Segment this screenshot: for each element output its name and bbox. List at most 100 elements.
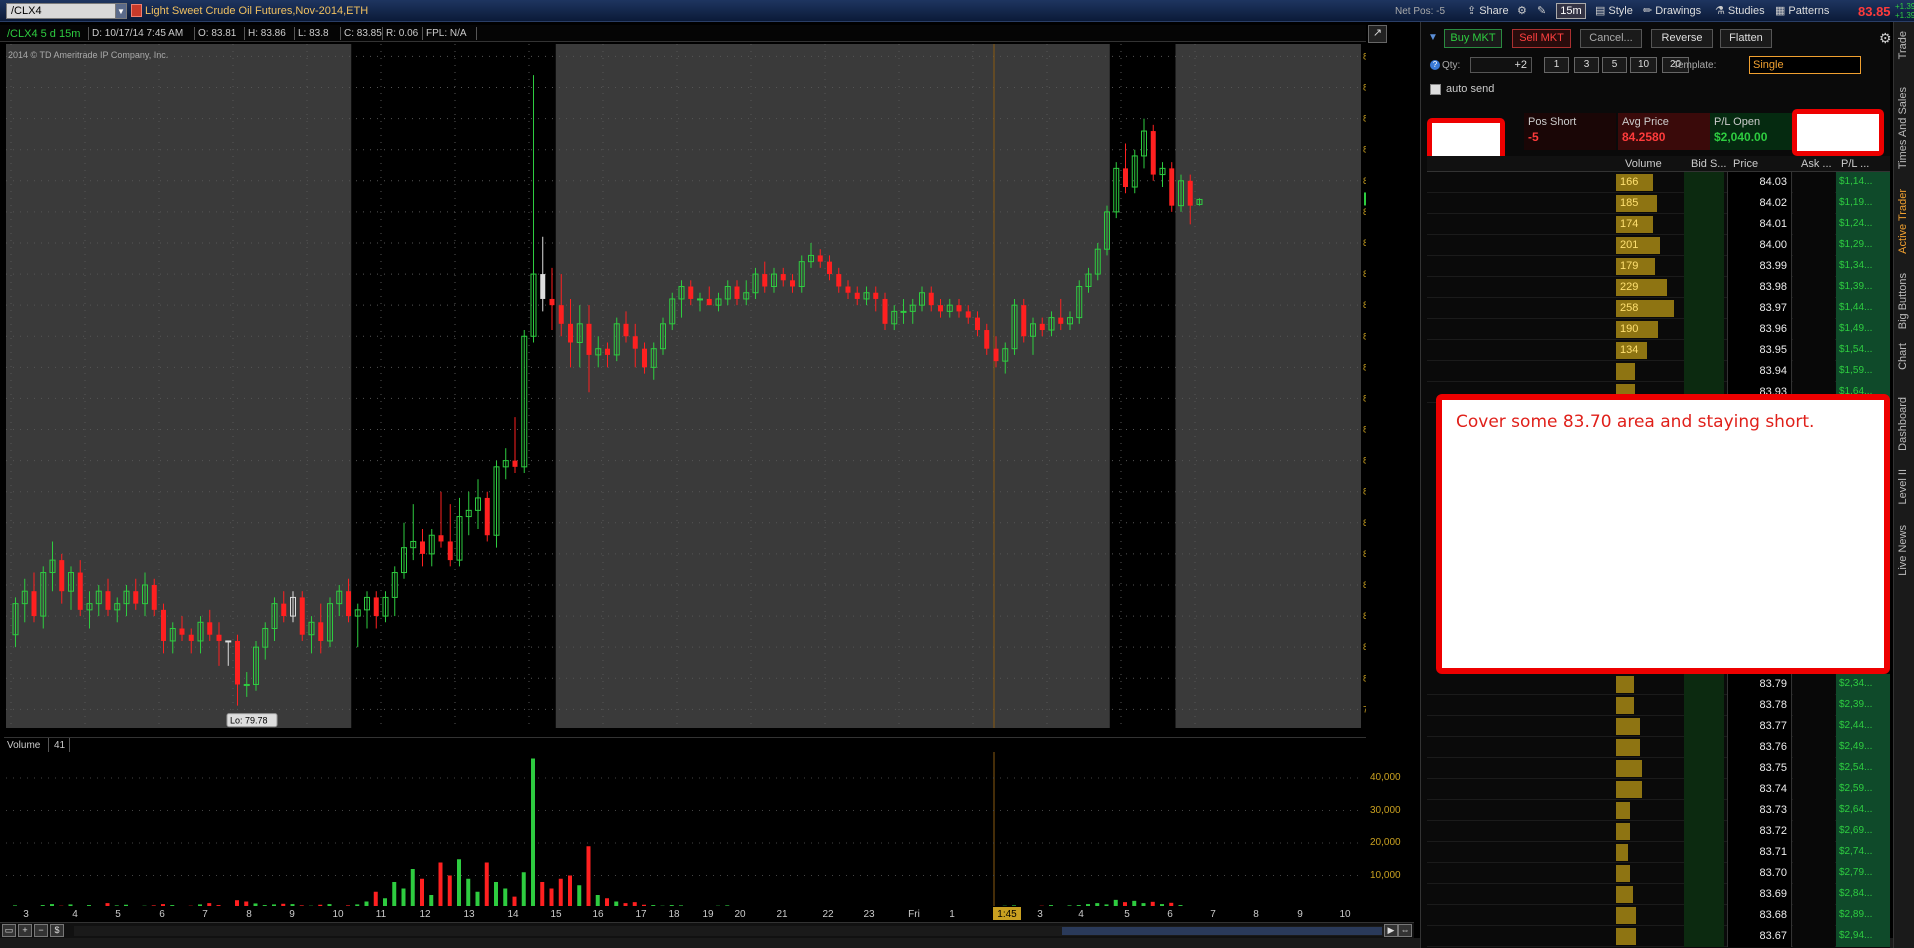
symbol-dropdown-icon[interactable]: ▼ — [115, 3, 127, 19]
price-cell[interactable]: 83.67 — [1727, 926, 1792, 947]
ask-size-cell[interactable] — [1793, 193, 1835, 214]
ask-size-cell[interactable] — [1793, 319, 1835, 340]
ladder-row[interactable]: 83.75 $2,54... — [1427, 758, 1890, 779]
ask-size-cell[interactable] — [1793, 674, 1835, 695]
template-select[interactable]: Single — [1749, 56, 1861, 74]
ask-size-cell[interactable] — [1793, 842, 1835, 863]
bid-size-cell[interactable] — [1684, 214, 1724, 235]
ask-size-cell[interactable] — [1793, 277, 1835, 298]
scrollbar-thumb[interactable] — [1062, 927, 1382, 935]
bid-size-cell[interactable] — [1684, 905, 1724, 926]
bid-size-cell[interactable] — [1684, 193, 1724, 214]
ladder-row[interactable]: 201 84.00 $1,29... — [1427, 235, 1890, 256]
price-cell[interactable]: 83.72 — [1727, 821, 1792, 842]
price-cell[interactable]: 83.71 — [1727, 842, 1792, 863]
price-cell[interactable]: 83.68 — [1727, 905, 1792, 926]
ladder-row[interactable]: 179 83.99 $1,34... — [1427, 256, 1890, 277]
expand-icon[interactable]: ⇔ — [1398, 924, 1412, 937]
ask-size-cell[interactable] — [1793, 256, 1835, 277]
bid-size-cell[interactable] — [1684, 737, 1724, 758]
bid-size-cell[interactable] — [1684, 695, 1724, 716]
price-cell[interactable]: 83.99 — [1727, 256, 1792, 277]
ladder-row[interactable]: 83.73 $2,64... — [1427, 800, 1890, 821]
ladder-row[interactable]: 83.78 $2,39... — [1427, 695, 1890, 716]
price-cell[interactable]: 84.00 — [1727, 235, 1792, 256]
symbol-input[interactable]: /CLX4 — [6, 3, 124, 19]
ask-size-cell[interactable] — [1793, 172, 1835, 193]
bid-size-cell[interactable] — [1684, 319, 1724, 340]
qty-preset-5[interactable]: 5 — [1602, 57, 1627, 73]
price-cell[interactable]: 83.76 — [1727, 737, 1792, 758]
price-cell[interactable]: 83.78 — [1727, 695, 1792, 716]
price-chart[interactable]: 2014 © TD Ameritrade IP Company, Inc. 85 8… — [6, 44, 1366, 728]
price-cell[interactable]: 83.75 — [1727, 758, 1792, 779]
bid-size-cell[interactable] — [1684, 800, 1724, 821]
bid-size-cell[interactable] — [1684, 298, 1724, 319]
ask-size-cell[interactable] — [1793, 926, 1835, 947]
ladder-row[interactable]: 83.77 $2,44... — [1427, 716, 1890, 737]
link-color-icon[interactable] — [131, 4, 142, 17]
bid-size-cell[interactable] — [1684, 926, 1724, 947]
ask-size-cell[interactable] — [1793, 340, 1835, 361]
ladder-row[interactable]: 258 83.97 $1,44... — [1427, 298, 1890, 319]
ladder-row[interactable]: 166 84.03 $1,14... — [1427, 172, 1890, 193]
ask-size-cell[interactable] — [1793, 695, 1835, 716]
price-cell[interactable]: 83.79 — [1727, 674, 1792, 695]
bid-size-cell[interactable] — [1684, 340, 1724, 361]
studies-button[interactable]: ⚗ Studies — [1710, 2, 1770, 20]
ask-size-cell[interactable] — [1793, 361, 1835, 382]
bid-size-cell[interactable] — [1684, 821, 1724, 842]
bid-size-cell[interactable] — [1684, 361, 1724, 382]
ask-size-cell[interactable] — [1793, 779, 1835, 800]
auto-send-checkbox[interactable] — [1430, 84, 1441, 95]
ask-size-cell[interactable] — [1793, 905, 1835, 926]
ask-size-cell[interactable] — [1793, 800, 1835, 821]
price-cell[interactable]: 84.01 — [1727, 214, 1792, 235]
side-tab-level-ii[interactable]: Level II — [1896, 466, 1910, 507]
side-tab-chart[interactable]: Chart — [1896, 340, 1910, 373]
ask-size-cell[interactable] — [1793, 716, 1835, 737]
bid-size-cell[interactable] — [1684, 884, 1724, 905]
sell-mkt-button[interactable]: Sell MKT — [1512, 29, 1571, 48]
qty-input[interactable]: +2 — [1470, 57, 1532, 73]
ask-size-cell[interactable] — [1793, 884, 1835, 905]
ladder-row[interactable]: 83.74 $2,59... — [1427, 779, 1890, 800]
ladder-row[interactable]: 83.76 $2,49... — [1427, 737, 1890, 758]
price-cell[interactable]: 83.97 — [1727, 298, 1792, 319]
ask-size-cell[interactable] — [1793, 214, 1835, 235]
price-cell[interactable]: 83.77 — [1727, 716, 1792, 737]
side-tab-active-trader[interactable]: Active Trader — [1896, 186, 1910, 257]
ask-size-cell[interactable] — [1793, 821, 1835, 842]
buy-mkt-button[interactable]: Buy MKT — [1444, 29, 1502, 48]
price-cell[interactable]: 83.94 — [1727, 361, 1792, 382]
side-tab-dashboard[interactable]: Dashboard — [1896, 394, 1910, 454]
qty-preset-10[interactable]: 10 — [1630, 57, 1657, 73]
bid-size-cell[interactable] — [1684, 172, 1724, 193]
price-cell[interactable]: 83.96 — [1727, 319, 1792, 340]
zoom-out-icon[interactable]: − — [34, 924, 48, 937]
bid-size-cell[interactable] — [1684, 758, 1724, 779]
ladder-row[interactable]: 229 83.98 $1,39... — [1427, 277, 1890, 298]
side-tab-live-news[interactable]: Live News — [1896, 522, 1910, 579]
price-cell[interactable]: 84.02 — [1727, 193, 1792, 214]
help-icon[interactable]: ? — [1430, 60, 1440, 70]
layout-icon[interactable]: ▭ — [2, 924, 16, 937]
side-tab-trade[interactable]: Trade — [1896, 28, 1910, 62]
ladder-row[interactable]: 190 83.96 $1,49... — [1427, 319, 1890, 340]
chart-symbol-period[interactable]: /CLX4 5 d 15m — [7, 28, 80, 40]
bid-size-cell[interactable] — [1684, 277, 1724, 298]
bid-size-cell[interactable] — [1684, 842, 1724, 863]
side-tab-big-buttons[interactable]: Big Buttons — [1896, 270, 1910, 332]
bid-size-cell[interactable] — [1684, 779, 1724, 800]
settings-gear-icon[interactable]: ⚙ — [1879, 30, 1892, 47]
price-cell[interactable]: 83.95 — [1727, 340, 1792, 361]
bid-size-cell[interactable] — [1684, 716, 1724, 737]
price-cell[interactable]: 83.70 — [1727, 863, 1792, 884]
ladder-row[interactable]: 83.79 $2,34... — [1427, 674, 1890, 695]
share-button[interactable]: ⇪ Share — [1462, 2, 1514, 20]
ladder-row[interactable]: 83.71 $2,74... — [1427, 842, 1890, 863]
ladder-row[interactable]: 83.94 $1,59... — [1427, 361, 1890, 382]
drawings-button[interactable]: ✏ Drawings — [1638, 2, 1706, 20]
ladder-row[interactable]: 134 83.95 $1,54... — [1427, 340, 1890, 361]
qty-preset-1[interactable]: 1 — [1544, 57, 1569, 73]
